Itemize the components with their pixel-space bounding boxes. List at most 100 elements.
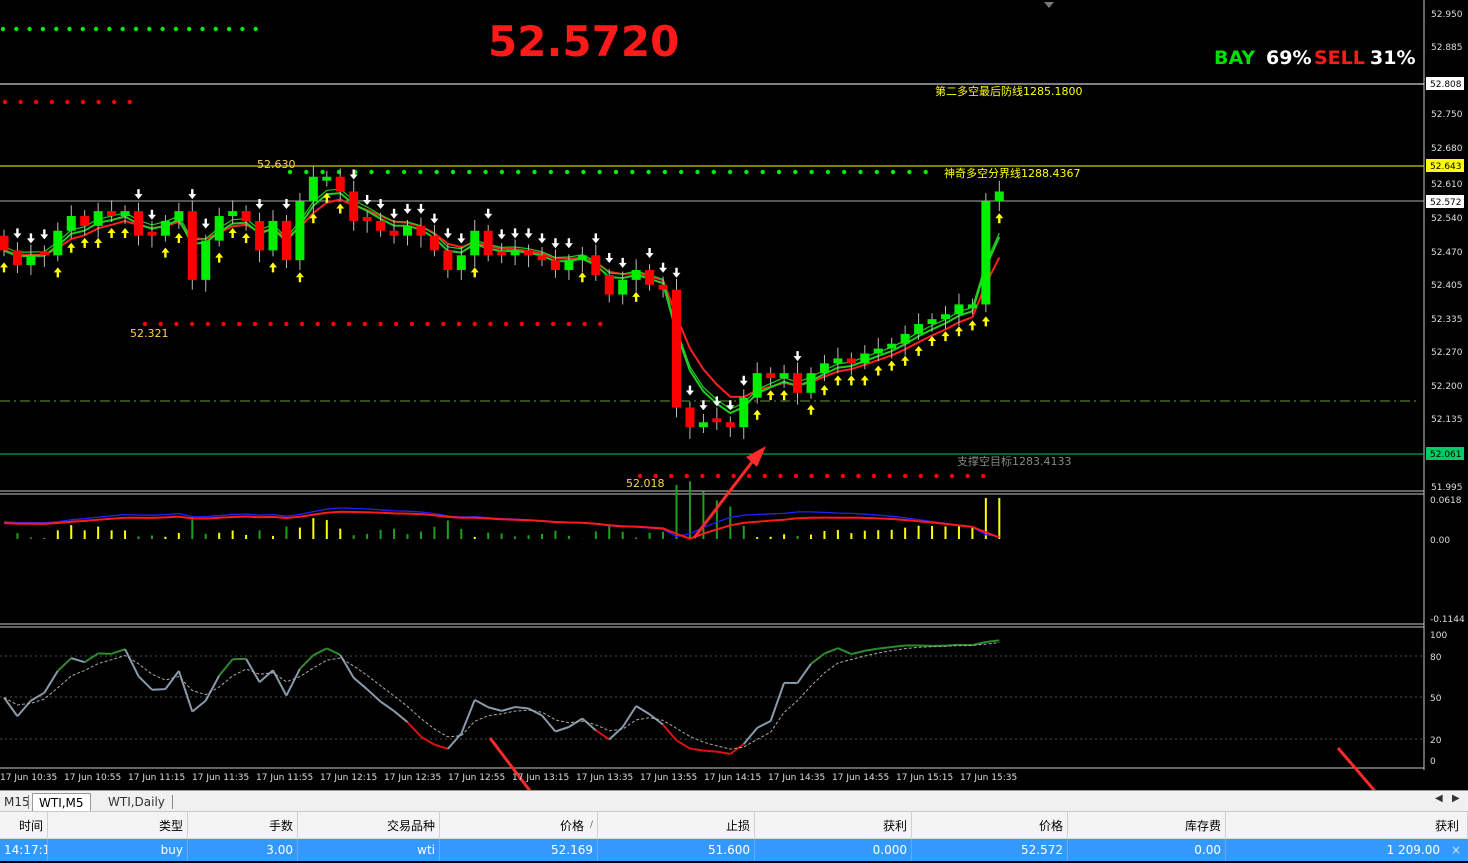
candle-body — [739, 397, 749, 428]
level-dot — [147, 26, 152, 32]
stochastic-main-line — [985, 639, 1000, 643]
candle-body — [429, 235, 439, 251]
time-axis-label: 17 Jun 12:35 — [384, 773, 441, 783]
order-current-price: 52.572 — [912, 839, 1068, 861]
candle-body — [228, 211, 238, 217]
candle-body — [66, 216, 76, 231]
price-axis-label: 52.200 — [1431, 382, 1463, 392]
buy-signal-arrow-icon — [269, 262, 277, 273]
candle-body — [524, 250, 534, 256]
candle-body — [685, 407, 695, 428]
order-type: buy — [48, 839, 188, 861]
stochastic-main-line — [514, 706, 529, 710]
stochastic-main-line — [837, 647, 852, 656]
stochastic-main-line — [796, 663, 812, 684]
level-dot — [133, 26, 139, 32]
candle-body — [376, 220, 386, 231]
stochastic-main-line — [487, 706, 502, 712]
candle-body — [93, 211, 103, 226]
sell-signal-arrow-icon — [605, 252, 614, 263]
candle-body — [752, 373, 762, 398]
macd-axis-label: 0.00 — [1430, 536, 1450, 546]
candle-body — [779, 373, 789, 379]
stochastic-main-line — [501, 706, 516, 712]
column-header-symbol[interactable]: 交易品种 — [298, 812, 440, 838]
candle-body — [497, 251, 507, 256]
level-dot — [907, 169, 912, 175]
level-dot — [965, 473, 970, 479]
tab-wti-m5[interactable]: WTI,M5 — [32, 793, 91, 811]
level-dot — [551, 321, 556, 327]
order-symbol: wti — [298, 839, 440, 861]
level-dot — [158, 321, 163, 327]
stochastic-main-line — [608, 726, 624, 741]
level-dot — [776, 169, 782, 175]
level-dot — [304, 169, 309, 175]
price-axis-label: 52.135 — [1431, 415, 1463, 425]
stochastic-main-line — [353, 677, 368, 691]
sell-signal-arrow-icon — [416, 203, 425, 214]
candle-body — [725, 422, 735, 428]
price-axis-label: 52.335 — [1431, 315, 1463, 325]
stochastic-main-line — [111, 648, 126, 655]
stochastic-main-line — [124, 648, 140, 677]
candle-body — [241, 211, 251, 221]
level-dot — [890, 169, 896, 175]
stochastic-main-line — [851, 649, 866, 656]
buy-signal-arrow-icon — [860, 375, 869, 386]
level-dot — [237, 321, 242, 327]
level-label-divider: 神奇多空分界线1288.4367 — [944, 166, 1080, 180]
table-row[interactable]: 14:17:15 buy 3.00 wti 52.169 51.600 0.00… — [0, 839, 1468, 861]
annotation-arrow — [1336, 747, 1376, 790]
buy-signal-arrow-icon — [954, 326, 963, 337]
scroll-right-icon[interactable]: ▶ — [1452, 793, 1460, 804]
column-header-profit[interactable]: 获利 — [1226, 812, 1468, 838]
level-dot — [284, 321, 289, 327]
column-header-current-price[interactable]: 价格 — [912, 812, 1068, 838]
level-dot — [499, 169, 505, 175]
level-dot — [331, 321, 336, 327]
column-header-swap[interactable]: 库存费 — [1068, 812, 1226, 838]
column-header-time[interactable]: 时间 — [0, 812, 48, 838]
price-chart[interactable]: 52.5720 BAY 69% SELL 31% 第二多空最后防线1285.18… — [0, 0, 1468, 790]
stochastic-main-line — [393, 710, 409, 723]
stochastic-main-line — [245, 658, 261, 683]
column-header-open-price[interactable]: 价格 / — [440, 812, 598, 838]
column-header-take-profit[interactable]: 获利 — [755, 812, 912, 838]
buy-signal-arrow-icon — [578, 272, 587, 283]
level-dot — [27, 26, 32, 32]
column-header-lots[interactable]: 手数 — [188, 812, 298, 838]
tab-wti-daily[interactable]: WTI,Daily — [102, 793, 171, 811]
time-axis-label: 17 Jun 14:15 — [704, 773, 761, 783]
column-header-type[interactable]: 类型 — [48, 812, 188, 838]
buy-signal-arrow-icon — [228, 228, 237, 239]
chart-shift-marker[interactable] — [1044, 2, 1054, 8]
sell-percent: 31% — [1370, 47, 1415, 69]
level-dot — [378, 321, 383, 327]
level-dot — [856, 473, 861, 479]
column-header-stop-loss[interactable]: 止损 — [598, 812, 755, 838]
moving-average-line — [3, 188, 1000, 410]
level-dot — [80, 99, 86, 105]
candle-body — [335, 176, 345, 192]
level-dot — [700, 473, 705, 479]
scroll-left-icon[interactable]: ◀ — [1435, 793, 1443, 804]
buy-signal-arrow-icon — [887, 360, 896, 371]
swing-low-label: 52.018 — [626, 477, 665, 490]
stochastic-main-line — [716, 750, 731, 755]
column-header-open-price-label: 价格 — [559, 818, 584, 833]
candle-body — [766, 373, 776, 379]
level-dot — [67, 26, 72, 32]
tab-m15[interactable]: M15 — [0, 793, 36, 811]
close-order-icon[interactable]: × — [1444, 839, 1468, 861]
level-dot — [346, 321, 352, 327]
stochastic-main-line — [742, 727, 758, 745]
sell-signal-arrow-icon — [201, 218, 210, 229]
stochastic-main-line — [204, 675, 221, 702]
stochastic-main-line — [675, 739, 691, 750]
level-dot — [934, 473, 939, 479]
level-dot — [923, 169, 928, 175]
chart-tabs-bar: M15 WTI,M5 WTI,Daily ◀ ▶ — [0, 790, 1468, 812]
buy-signal-arrow-icon — [161, 247, 170, 258]
level-dot — [825, 473, 830, 479]
